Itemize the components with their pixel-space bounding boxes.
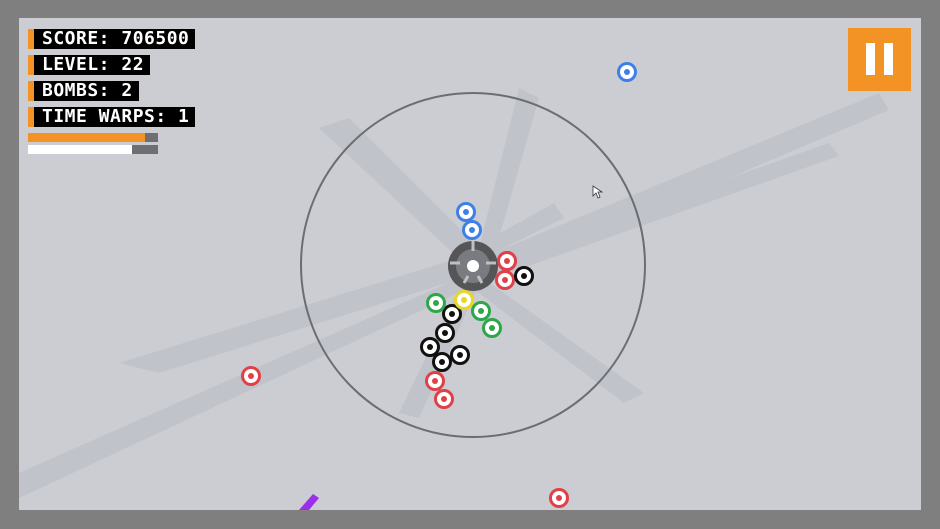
- black-orb: [435, 323, 455, 343]
- red-orb: [434, 389, 454, 409]
- progress-bar-orange: [28, 133, 158, 142]
- blue-orb: [462, 220, 482, 240]
- green-orb: [482, 318, 502, 338]
- blue-orb: [617, 62, 637, 82]
- red-orb: [549, 488, 569, 508]
- game-arena[interactable]: [19, 18, 921, 510]
- red-orb: [241, 366, 261, 386]
- black-orb: [420, 337, 440, 357]
- progress-bar-white-fill: [28, 145, 132, 154]
- red-orb: [497, 251, 517, 271]
- black-orb: [442, 304, 462, 324]
- progress-bar-white: [28, 145, 158, 154]
- bombs-display: BOMBS: 2: [28, 81, 139, 101]
- beam-7: [19, 278, 469, 498]
- beam-3: [474, 143, 839, 280]
- red-orb: [425, 371, 445, 391]
- mouse-cursor-icon: [592, 185, 604, 199]
- game-frame: SCORE: 706500 LEVEL: 22 BOMBS: 2 TIME WA…: [0, 0, 940, 529]
- red-orb: [495, 270, 515, 290]
- pause-icon-bar-right: [884, 43, 893, 75]
- core-center: [467, 260, 479, 272]
- score-display: SCORE: 706500: [28, 29, 196, 49]
- black-orb: [450, 345, 470, 365]
- black-orb: [514, 266, 534, 286]
- purple-projectile-trail: [299, 494, 319, 510]
- pause-icon-bar-left: [866, 43, 875, 75]
- black-orb: [432, 352, 452, 372]
- progress-bar-orange-fill: [28, 133, 145, 142]
- yellow-orb: [454, 290, 474, 310]
- pause-button[interactable]: [848, 28, 911, 91]
- core-turret: [448, 241, 498, 291]
- green-orb: [426, 293, 446, 313]
- level-display: LEVEL: 22: [28, 55, 151, 75]
- blue-orb: [456, 202, 476, 222]
- playfield[interactable]: [19, 18, 921, 510]
- green-orb: [471, 301, 491, 321]
- time-warps-display: TIME WARPS: 1: [28, 107, 196, 127]
